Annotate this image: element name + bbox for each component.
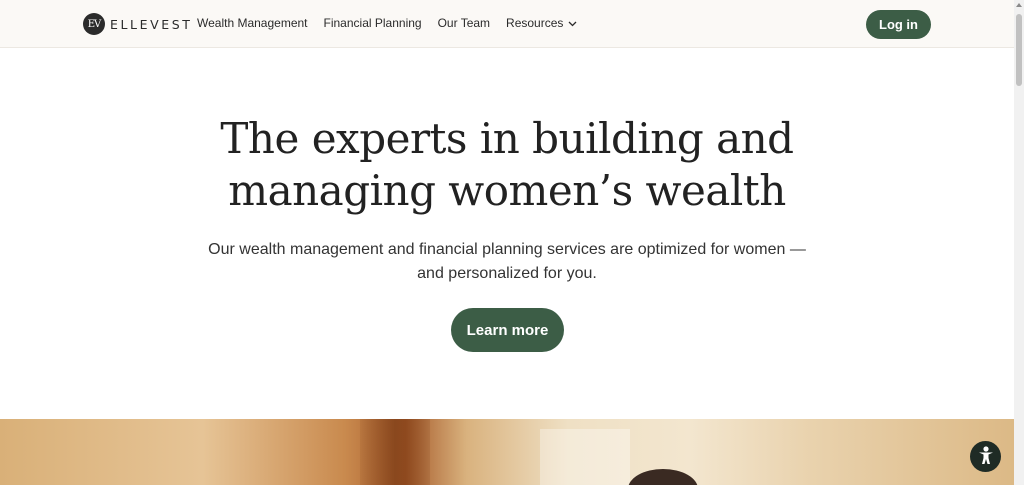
nav-resources-label: Resources (506, 16, 564, 30)
learn-more-button[interactable]: Learn more (451, 308, 564, 352)
accessibility-icon (977, 445, 995, 468)
site-header: EV ELLEVEST Wealth Management Financial … (0, 0, 1014, 48)
hero-title: The experts in building and managing wom… (0, 113, 1014, 217)
nav-wealth-management[interactable]: Wealth Management (197, 16, 308, 30)
hero-title-line-1: The experts in building and (220, 114, 794, 163)
nav-financial-planning[interactable]: Financial Planning (324, 16, 422, 30)
photo-door-shadow (360, 419, 430, 485)
nav-resources[interactable]: Resources (506, 16, 577, 30)
hero-photo (0, 419, 1014, 485)
login-button[interactable]: Log in (866, 10, 931, 39)
main-nav: Wealth Management Financial Planning Our… (197, 16, 593, 30)
scroll-thumb[interactable] (1016, 14, 1022, 86)
accessibility-button[interactable] (970, 441, 1001, 472)
vertical-scrollbar[interactable] (1014, 0, 1024, 485)
logo-mark: EV (83, 13, 105, 35)
hero-subtitle: Our wealth management and financial plan… (0, 238, 1014, 286)
hero-subtitle-line-2: and personalized for you. (417, 265, 597, 282)
chevron-down-icon (568, 16, 577, 30)
ellevest-logo[interactable]: EV ELLEVEST (83, 13, 193, 35)
photo-person-head (628, 469, 698, 485)
hero-title-line-2: managing women’s wealth (228, 166, 786, 215)
photo-light-patch (540, 429, 630, 485)
hero-subtitle-line-1: Our wealth management and financial plan… (208, 241, 806, 258)
nav-our-team[interactable]: Our Team (438, 16, 490, 30)
logo-text: ELLEVEST (110, 16, 193, 32)
scroll-up-arrow-icon[interactable] (1016, 3, 1022, 7)
